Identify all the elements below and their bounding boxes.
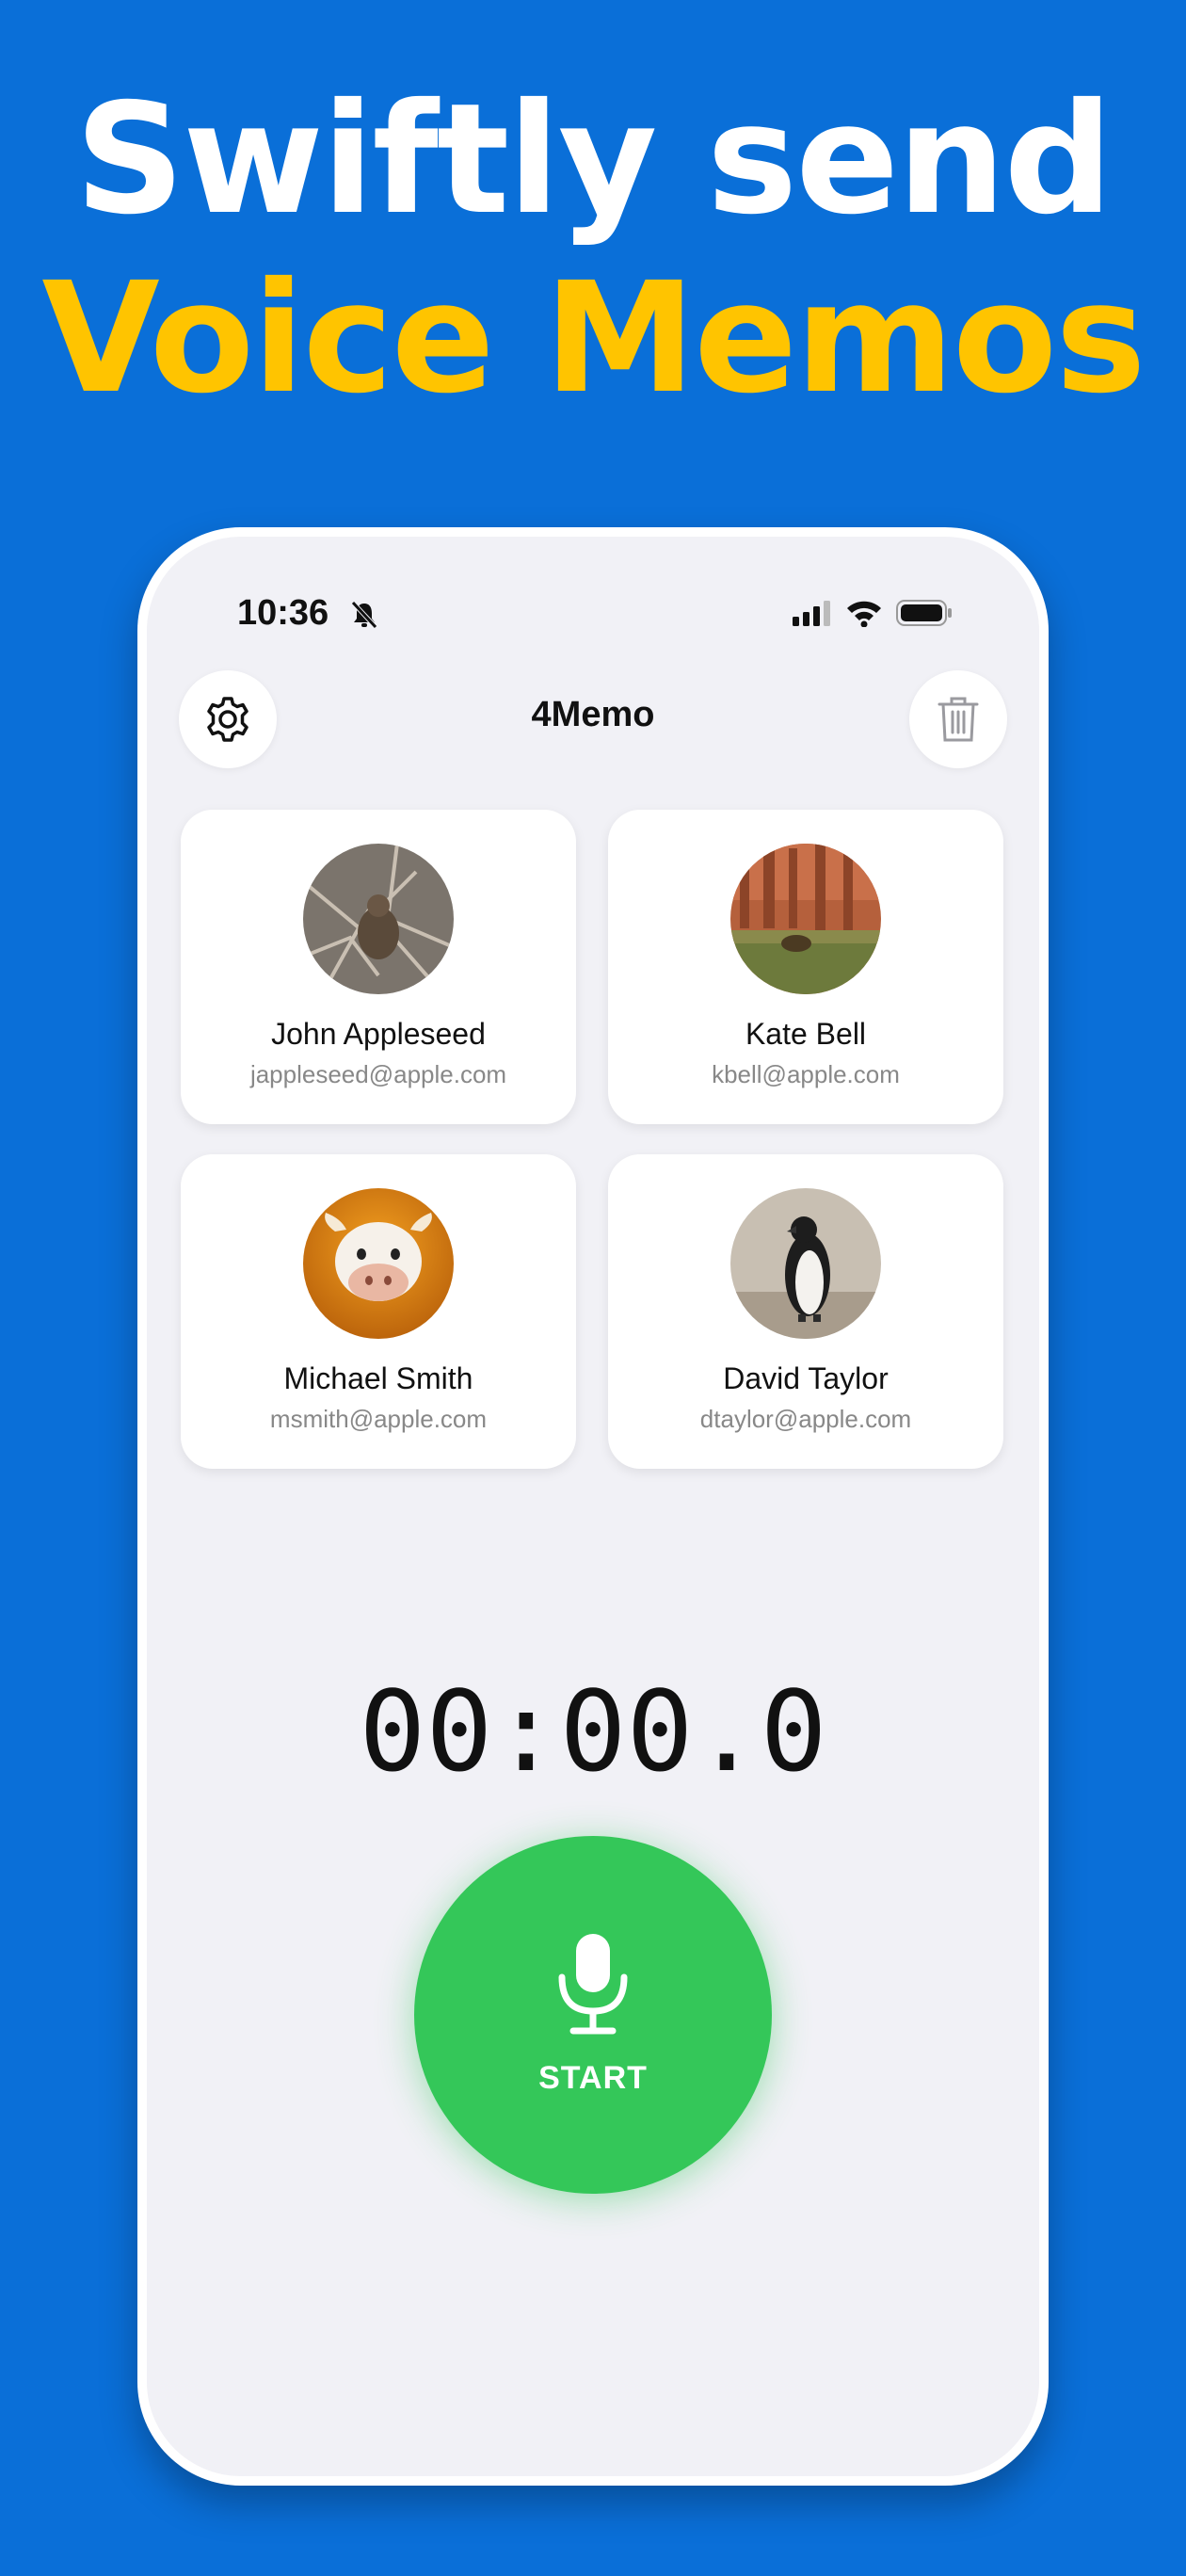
contact-email: dtaylor@apple.com [699,1405,912,1433]
start-recording-button[interactable]: START [414,1836,772,2194]
silent-mode-icon [351,601,377,629]
contact-name: David Taylor [723,1361,889,1395]
start-label: START [538,2060,648,2096]
contact-card[interactable]: John Appleseed jappleseed@apple.com [181,810,576,1124]
wifi-icon [847,601,881,627]
microphone-icon [558,1934,628,2035]
phone-frame: 10:36 4Memo John Appleseed jappleseed@ap… [137,527,1049,2486]
avatar [730,844,881,994]
recording-timer: 00:00.0 [359,1666,827,1796]
avatar [730,1188,881,1339]
contact-email: jappleseed@apple.com [249,1060,507,1088]
contact-name: John Appleseed [271,1017,486,1051]
avatar [303,1188,454,1339]
contact-card[interactable]: David Taylor dtaylor@apple.com [608,1154,1003,1469]
promo-headline-line1: Swiftly send [74,72,1114,249]
cellular-signal-icon [793,601,830,626]
contact-email: kbell@apple.com [712,1060,900,1088]
promo-headline-line2: Voice Memos [41,250,1146,427]
delete-button[interactable] [909,670,1007,768]
contact-card[interactable]: Kate Bell kbell@apple.com [608,810,1003,1124]
status-time: 10:36 [237,593,329,633]
contact-card[interactable]: Michael Smith msmith@apple.com [181,1154,576,1469]
avatar [303,844,454,994]
status-icons [793,599,953,627]
contact-name: Michael Smith [283,1361,473,1395]
app-title: 4Memo [531,695,655,734]
app-screen: 10:36 4Memo John Appleseed jappleseed@ap… [147,537,1039,2476]
contact-email: msmith@apple.com [269,1405,488,1433]
status-bar: 10:36 [147,593,1039,650]
contact-name: Kate Bell [745,1017,867,1051]
trash-icon [938,697,979,742]
battery-icon [896,600,952,626]
